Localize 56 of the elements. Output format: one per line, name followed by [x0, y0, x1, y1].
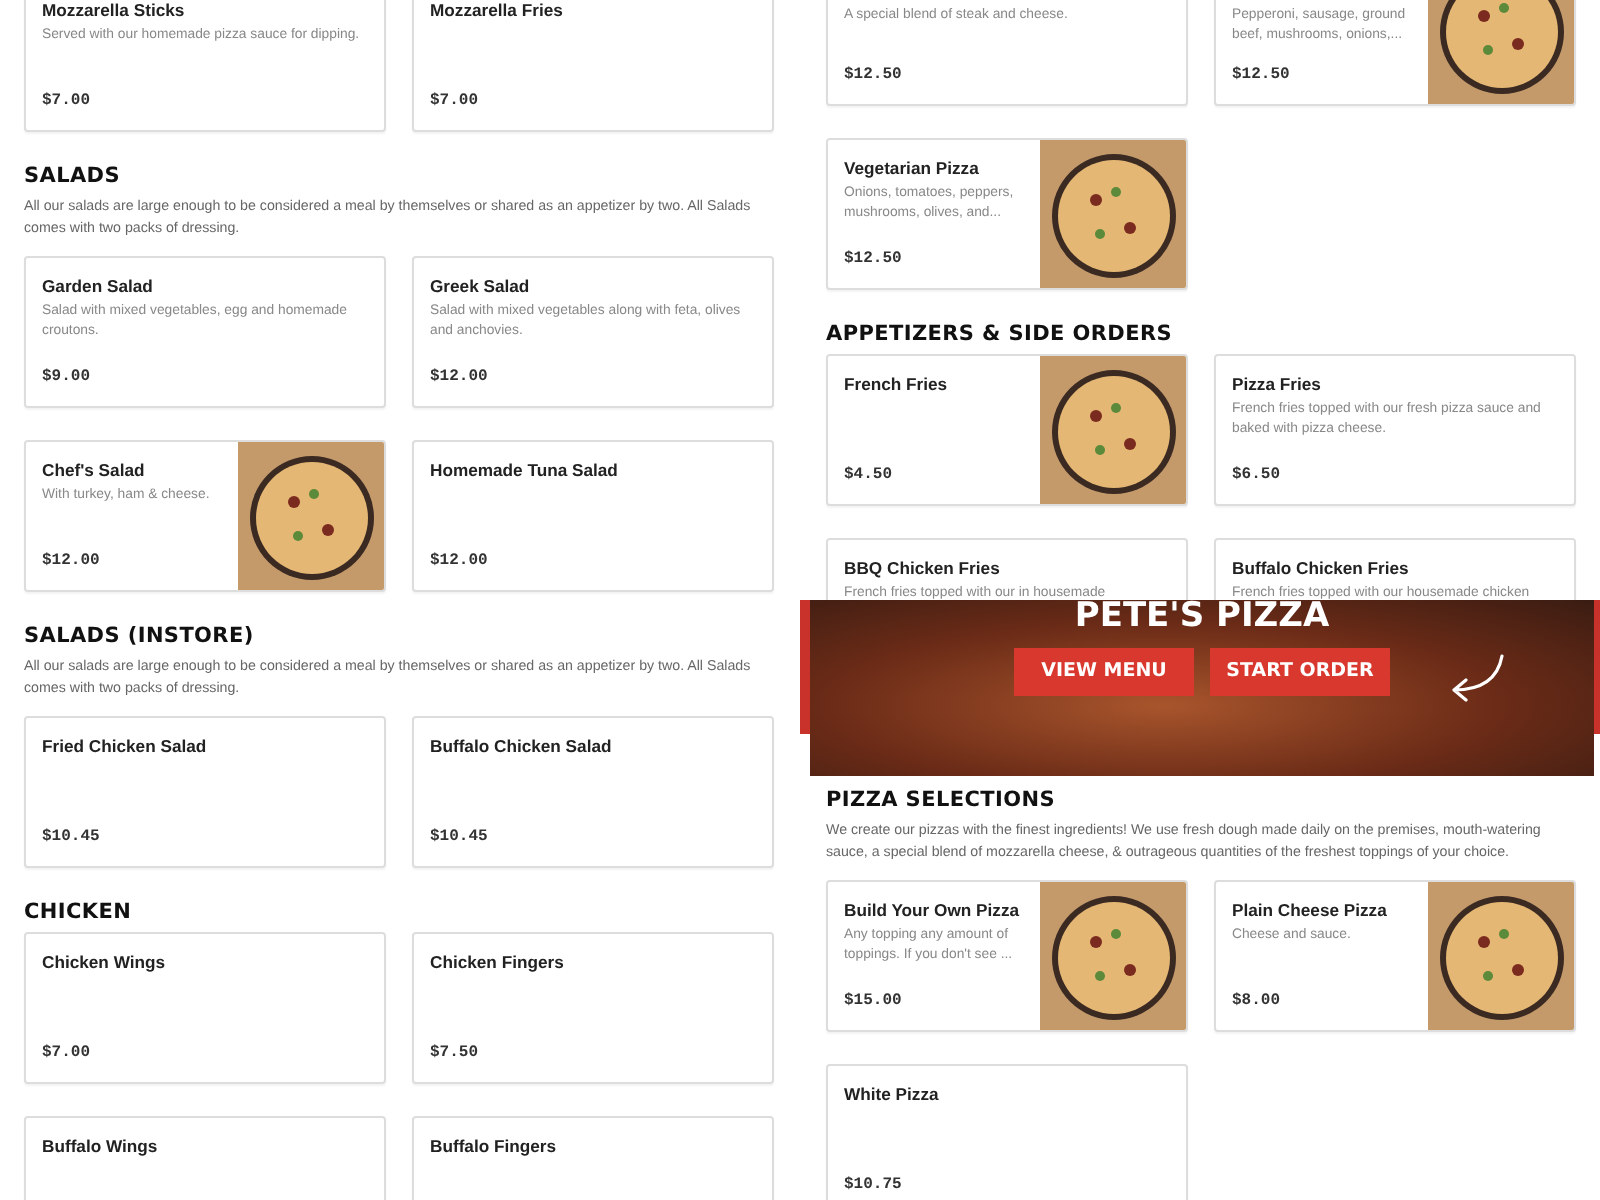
item-price: $9.00 [42, 366, 93, 390]
item-price: $8.00 [1232, 990, 1283, 1014]
item-price: $12.50 [844, 64, 904, 88]
section-heading: PIZZA SELECTIONS [826, 788, 1057, 814]
item-price: $6.50 [1232, 464, 1283, 488]
item-name: Plain Cheese Pizza [1232, 900, 1389, 922]
section-heading: SALADS (INSTORE) [24, 624, 256, 650]
item-price: $12.50 [844, 248, 904, 272]
item-price: $10.75 [844, 1174, 904, 1198]
item-name: Chef's Salad [42, 460, 147, 482]
item-name: French Fries [844, 374, 950, 396]
item-price: $7.50 [430, 1042, 481, 1066]
item-name: Chicken Fingers [430, 952, 566, 974]
item-price: $4.50 [844, 464, 895, 488]
item-name: BBQ Chicken Fries [844, 558, 1002, 580]
section-heading: CHICKEN [24, 900, 134, 926]
menu-item-card[interactable]: French Fries $4.50 [826, 354, 1188, 506]
item-name: Buffalo Chicken Fries [1232, 558, 1411, 580]
item-price: $15.00 [844, 990, 904, 1014]
item-name: Homemade Tuna Salad [430, 460, 620, 482]
item-name: Build Your Own Pizza [844, 900, 1022, 922]
item-name: Vegetarian Pizza [844, 158, 981, 180]
section-heading: APPETIZERS & SIDE ORDERS [826, 322, 1175, 348]
item-name: Greek Salad [430, 276, 532, 298]
restaurant-name: PETE'S PIZZA [1074, 600, 1330, 632]
item-name: Buffalo Fingers [430, 1136, 559, 1158]
item-price: $7.00 [42, 90, 93, 114]
item-name: Chicken Wings [42, 952, 168, 974]
menu-item-card[interactable]: Chicken Wings $7.00 [24, 932, 386, 1084]
menu-item-card[interactable]: Buffalo Wings [24, 1116, 386, 1200]
item-price: $10.45 [430, 826, 490, 850]
menu-item-card[interactable]: Homemade Tuna Salad $12.00 [412, 440, 774, 592]
item-price: $12.50 [1232, 64, 1292, 88]
item-price: $7.00 [430, 90, 481, 114]
menu-item-card[interactable]: Fried Chicken Salad $10.45 [24, 716, 386, 868]
item-name: Pizza Fries [1232, 374, 1323, 396]
menu-item-card[interactable]: Mozzarella Fries $7.00 [412, 0, 774, 132]
item-name: Buffalo Chicken Salad [430, 736, 614, 758]
menu-item-card[interactable]: Buffalo Chicken Salad $10.45 [412, 716, 774, 868]
item-price: $10.45 [42, 826, 102, 850]
item-name: Garden Salad [42, 276, 155, 298]
item-price: $12.00 [42, 550, 102, 574]
item-price: $12.00 [430, 550, 490, 574]
banner-button[interactable]: START ORDER [1210, 648, 1390, 696]
section-heading: SALADS [24, 164, 122, 190]
menu-item-card[interactable]: Buffalo Fingers [412, 1116, 774, 1200]
item-price: $7.00 [42, 1042, 93, 1066]
item-name: Buffalo Wings [42, 1136, 160, 1158]
item-name: Mozzarella Fries [430, 0, 565, 22]
item-name: Mozzarella Sticks [42, 0, 187, 22]
item-price: $12.00 [430, 366, 490, 390]
item-name: White Pizza [844, 1084, 941, 1106]
menu-item-card[interactable]: White Pizza $10.75 [826, 1064, 1188, 1200]
banner-button[interactable]: VIEW MENU [1014, 648, 1194, 696]
item-name: Fried Chicken Salad [42, 736, 209, 758]
menu-item-card[interactable]: Chicken Fingers $7.50 [412, 932, 774, 1084]
